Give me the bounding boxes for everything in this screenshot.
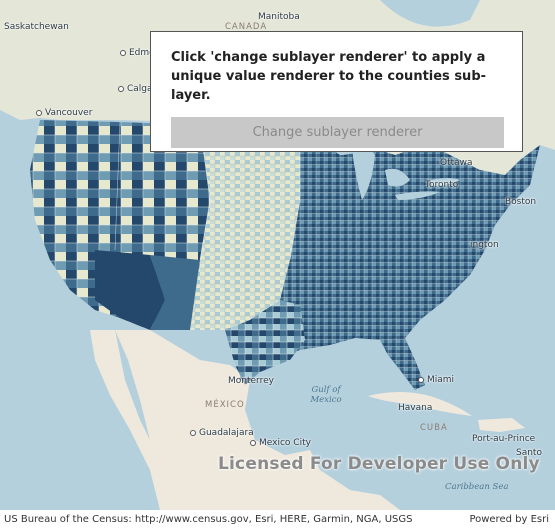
city-label-washington: ington — [470, 240, 499, 250]
attribution-bar: US Bureau of the Census: http://www.cens… — [0, 510, 555, 530]
city-dot-icon — [36, 109, 42, 116]
city-dot-icon — [250, 439, 256, 446]
city-label-mexico-city: Mexico City — [250, 438, 311, 448]
city-name: Monterrey — [228, 376, 274, 386]
city-label-port-au-prince: Port-au-Prince — [472, 434, 535, 444]
powered-by-esri-link[interactable]: Powered by Esri — [469, 514, 549, 525]
city-label-ottawa: Ottawa — [440, 158, 473, 168]
city-name: Boston — [505, 197, 537, 207]
water-label-caribbean-sea: Caribbean Sea — [445, 482, 509, 492]
city-name: Ottawa — [440, 158, 473, 168]
city-name: Toronto — [425, 180, 459, 190]
city-label-miami: Miami — [418, 375, 454, 385]
region-label-manitoba: Manitoba — [258, 12, 300, 22]
city-label-toronto: Toronto — [425, 180, 458, 190]
city-name: Port-au-Prince — [472, 434, 536, 444]
city-label-havana: Havana — [398, 403, 432, 413]
city-label-monterrey: Monterrey — [228, 376, 274, 386]
country-label-cuba: CUBA — [420, 423, 448, 433]
change-sublayer-renderer-button[interactable]: Change sublayer renderer — [171, 117, 504, 148]
city-label-vancouver: Vancouver — [36, 108, 92, 118]
city-name: Havana — [398, 403, 433, 413]
city-label-boston: Boston — [505, 197, 536, 207]
city-dot-icon — [118, 85, 124, 92]
city-dot-icon — [418, 376, 424, 383]
country-label-mexico: MÉXICO — [205, 400, 245, 410]
developer-watermark: Licensed For Developer Use Only — [218, 454, 540, 474]
city-name: Vancouver — [45, 108, 93, 118]
city-dot-icon — [120, 49, 126, 56]
city-label-guadalajara: Guadalajara — [190, 428, 254, 438]
city-name: ington — [470, 240, 499, 250]
city-dot-icon — [190, 429, 196, 436]
instruction-text: Click 'change sublayer renderer' to appl… — [171, 50, 487, 103]
city-name: Guadalajara — [199, 428, 254, 438]
city-name: Miami — [427, 375, 455, 385]
attribution-sources: US Bureau of the Census: http://www.cens… — [4, 514, 413, 525]
city-name: Mexico City — [259, 438, 311, 448]
region-label-saskatchewan: Saskatchewan — [4, 22, 69, 32]
water-label-gulf-of-mexico: Gulf of Mexico — [310, 385, 342, 405]
renderer-panel: Click 'change sublayer renderer' to appl… — [150, 31, 523, 152]
